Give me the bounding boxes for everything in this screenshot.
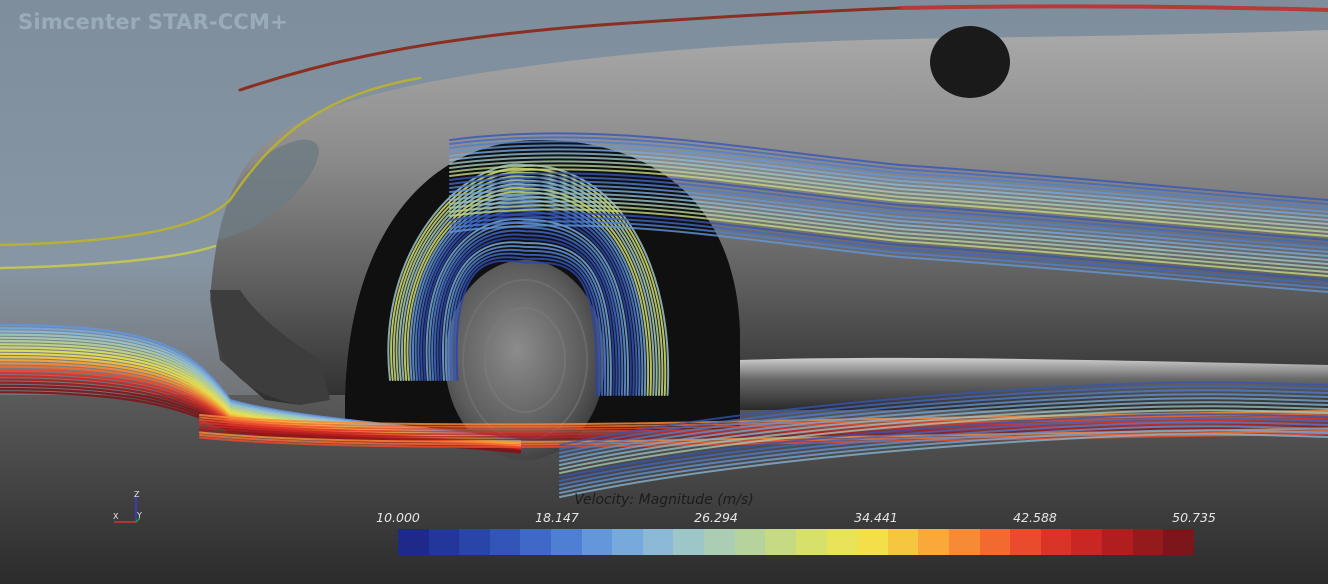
legend-tick: 10.000 [376, 510, 420, 525]
legend-swatch [1102, 529, 1133, 555]
legend-swatch [642, 529, 674, 555]
legend-swatch [857, 529, 888, 555]
side-mirror [930, 26, 1010, 98]
legend-tick: 42.588 [1013, 510, 1057, 525]
legend-swatch [1040, 529, 1072, 555]
legend-color-bar [398, 529, 1194, 555]
legend-tick: 50.735 [1172, 510, 1216, 525]
legend-swatch [1071, 529, 1103, 555]
legend-swatch [489, 529, 521, 555]
legend-swatch [398, 529, 429, 555]
legend-tick: 34.441 [854, 510, 898, 525]
legend-tick: 26.294 [694, 510, 738, 525]
streamline [0, 244, 217, 270]
legend-swatch [1163, 529, 1194, 555]
legend-swatch [918, 529, 949, 555]
legend-tick: 18.147 [535, 510, 579, 525]
legend-swatch [826, 529, 858, 555]
legend-swatch [979, 529, 1011, 555]
legend-swatch [887, 529, 919, 555]
3d-viewport[interactable]: Simcenter STAR-CCM+ Z X Y Velocity: Magn… [0, 0, 1328, 584]
legend-title: Velocity: Magnitude (m/s) [574, 492, 754, 508]
legend-swatch [673, 529, 705, 555]
legend-swatch [459, 529, 490, 555]
legend-swatch [581, 529, 613, 555]
legend-swatch [765, 529, 796, 555]
legend-swatch [520, 529, 552, 555]
legend-swatch [428, 529, 460, 555]
app-title: Simcenter STAR-CCM+ [18, 10, 288, 34]
velocity-color-legend[interactable]: Velocity: Magnitude (m/s) 10.000 18.147 … [0, 490, 1328, 560]
legend-swatch [948, 529, 980, 555]
legend-swatch [612, 529, 643, 555]
legend-swatch [551, 529, 582, 555]
legend-swatch [734, 529, 766, 555]
legend-swatch [1010, 529, 1041, 555]
legend-swatch [1132, 529, 1164, 555]
legend-swatch [795, 529, 827, 555]
legend-swatch [704, 529, 735, 555]
streamline [898, 4, 1328, 12]
